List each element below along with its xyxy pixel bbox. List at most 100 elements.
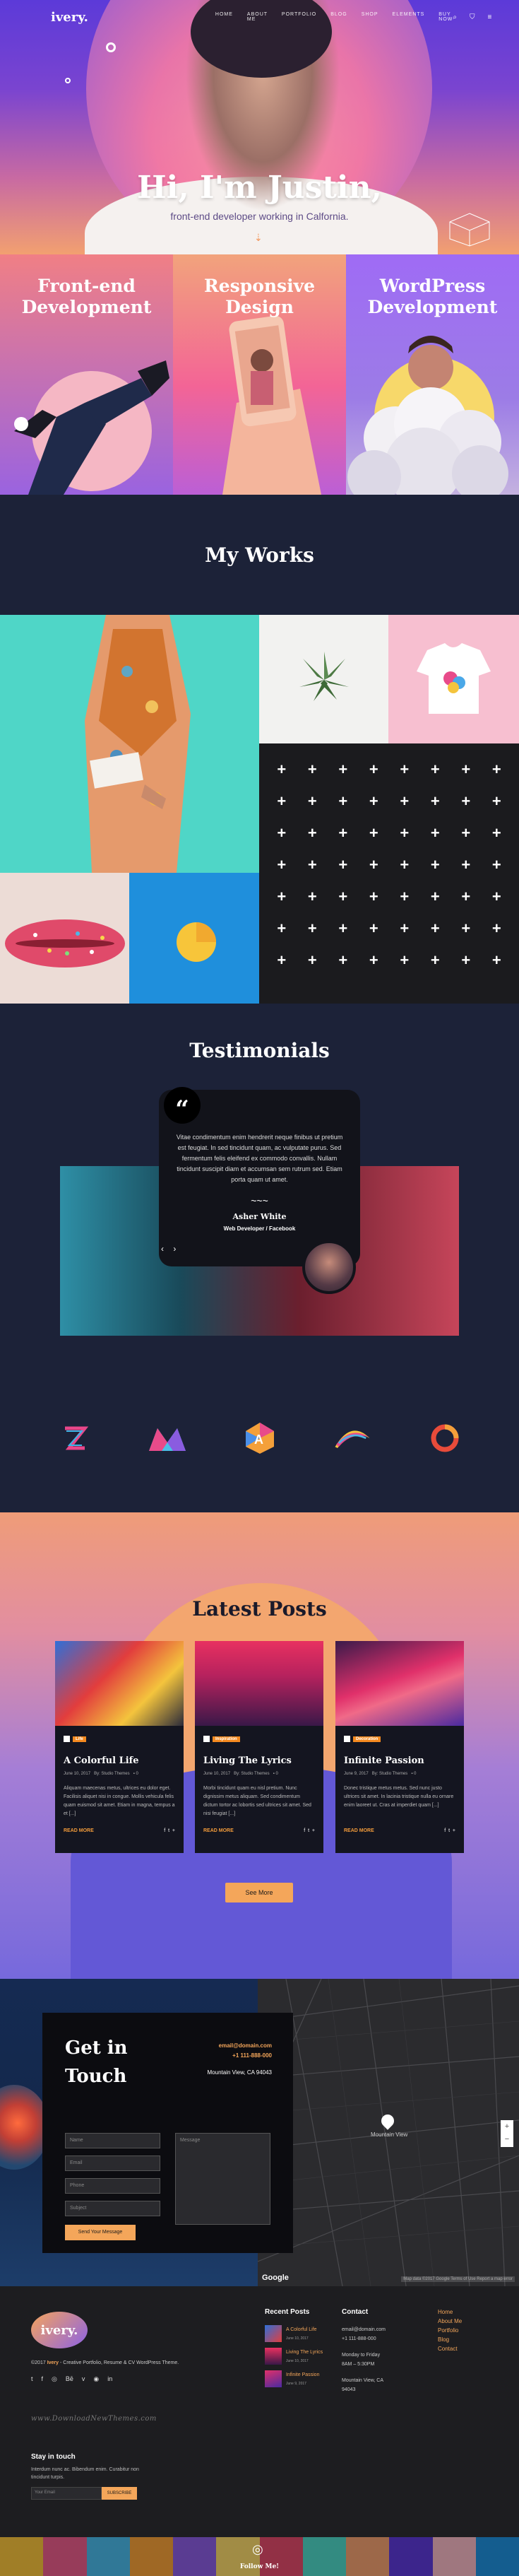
portfolio-item-lips[interactable] <box>0 873 129 1004</box>
vimeo-icon[interactable]: v <box>82 2375 85 2383</box>
service-wordpress[interactable]: WordPress Development <box>346 254 519 495</box>
footer-email[interactable]: email@domain.com <box>342 2325 386 2334</box>
nav-link-buy-now[interactable]: BUY NOW <box>439 12 453 22</box>
map-zoom-controls[interactable]: + − <box>501 2120 513 2147</box>
nav-link-elements[interactable]: ELEMENTS <box>393 12 425 22</box>
linkedin-icon[interactable]: in <box>107 2375 112 2383</box>
recent-post-thumbnail[interactable] <box>265 2325 282 2342</box>
comment-icon: ▪ <box>133 1772 135 1776</box>
next-arrow-icon[interactable]: › <box>173 1244 176 1254</box>
scroll-down-arrow-icon[interactable]: ⇣ <box>254 232 263 244</box>
services-section: Front-end Development Responsive Design … <box>0 254 519 495</box>
portfolio-item-pattern[interactable]: + + + + + + + + + + + + + + + + + + + + + + + + + + + + + + + + + + + +… <box>259 743 519 1004</box>
menu-icon[interactable]: ≡ <box>487 13 491 21</box>
post-title[interactable]: Living The Lyrics <box>203 1755 315 1766</box>
post-thumbnail[interactable] <box>55 1641 184 1726</box>
share-icons[interactable]: f t + <box>304 1828 315 1833</box>
dress-photo <box>85 615 191 873</box>
instagram-icon[interactable]: ◎ <box>52 2375 57 2383</box>
recent-post[interactable]: Infinite Passion June 9, 2017 <box>265 2370 323 2389</box>
service-responsive[interactable]: Responsive Design <box>173 254 346 495</box>
facebook-icon[interactable]: f <box>42 2375 44 2383</box>
z-brand-logo[interactable] <box>55 1418 95 1458</box>
a-brand-logo[interactable]: A <box>240 1418 280 1458</box>
footer-phone[interactable]: +1 111-888-000 <box>342 2334 386 2343</box>
post-comments: 0 <box>136 1772 138 1776</box>
post-excerpt: Morbi tincidunt quam eu nisl pretium. Nu… <box>203 1786 311 1816</box>
service-title-line: Development <box>21 297 152 317</box>
google-logo: Google <box>262 2274 289 2282</box>
newsletter-email-input[interactable]: Your Email <box>31 2487 102 2500</box>
nav-link-home[interactable]: HOME <box>215 12 233 22</box>
service-frontend[interactable]: Front-end Development <box>0 254 173 495</box>
site-logo[interactable]: ivery. <box>51 10 88 25</box>
portfolio-item-lemon[interactable] <box>129 873 259 1004</box>
post-category[interactable]: Decoration <box>344 1736 381 1742</box>
read-more-link[interactable]: READ MORE <box>203 1828 234 1833</box>
read-more-link[interactable]: READ MORE <box>344 1828 374 1833</box>
post-title[interactable]: Infinite Passion <box>344 1755 455 1766</box>
recent-post[interactable]: A Colorful Life June 10, 2017 <box>265 2325 323 2343</box>
email-field[interactable]: Email <box>65 2156 160 2171</box>
post-thumbnail[interactable] <box>195 1641 323 1726</box>
footer-link-portfolio[interactable]: Portfolio <box>438 2326 462 2335</box>
nav-link-portfolio[interactable]: PORTFOLIO <box>282 12 316 22</box>
nav-link-about[interactable]: ABOUT ME <box>247 12 268 22</box>
recent-post-title[interactable]: Living The Lyrics <box>286 2348 323 2357</box>
search-icon[interactable]: ⌕ <box>453 13 457 21</box>
instagram-label[interactable]: Follow Me! <box>0 2563 519 2570</box>
post-category[interactable]: Inspiration <box>203 1736 240 1742</box>
share-icons[interactable]: f t + <box>164 1828 175 1833</box>
post-thumbnail[interactable] <box>335 1641 464 1726</box>
share-icons[interactable]: f t + <box>444 1828 455 1833</box>
footer-link-home[interactable]: Home <box>438 2307 462 2317</box>
service-title-line: WordPress <box>379 276 486 296</box>
recent-post[interactable]: Living The Lyrics June 10, 2017 <box>265 2348 323 2366</box>
m-brand-logo[interactable] <box>148 1418 187 1458</box>
recent-post-thumbnail[interactable] <box>265 2348 282 2365</box>
post-author[interactable]: By: Studio Themes <box>94 1772 130 1776</box>
recent-post-date: June 9, 2017 <box>286 2382 306 2386</box>
subject-field[interactable]: Subject <box>65 2201 160 2216</box>
post-author[interactable]: By: Studio Themes <box>234 1772 270 1776</box>
recent-post-thumbnail[interactable] <box>265 2370 282 2387</box>
map-terms[interactable]: Map data ©2017 Google Terms of Use Repor… <box>401 2276 515 2282</box>
post-author[interactable]: By: Studio Themes <box>372 1772 408 1776</box>
contact-email[interactable]: email@domain.com <box>208 2041 272 2051</box>
portfolio-item-tshirt[interactable] <box>388 615 519 743</box>
prev-arrow-icon[interactable]: ‹ <box>161 1244 164 1254</box>
google-map[interactable]: Mountain View + − Google Map data ©2017 G… <box>257 1979 519 2286</box>
phone-field[interactable]: Phone <box>65 2178 160 2194</box>
dribbble-icon[interactable]: ◉ <box>93 2375 99 2383</box>
message-field[interactable]: Message <box>175 2133 270 2225</box>
nav-link-shop[interactable]: SHOP <box>362 12 378 22</box>
contact-phone[interactable]: +1 111-888-000 <box>208 2051 272 2061</box>
portfolio-item-succulent[interactable] <box>259 615 388 743</box>
footer-link-contact[interactable]: Contact <box>438 2344 462 2353</box>
recent-post-title[interactable]: A Colorful Life <box>286 2325 317 2334</box>
post-card[interactable]: Life A Colorful Life June 10, 2017 By: S… <box>55 1641 184 1853</box>
footer-link-blog[interactable]: Blog <box>438 2335 462 2344</box>
post-card[interactable]: Inspiration Living The Lyrics June 10, 2… <box>195 1641 323 1853</box>
copyright-brand[interactable]: Ivery <box>47 2360 59 2365</box>
nav-link-blog[interactable]: BLOG <box>330 12 347 22</box>
name-field[interactable]: Name <box>65 2133 160 2148</box>
portfolio-item-dress[interactable] <box>0 615 259 873</box>
decorative-ring-icon <box>106 42 116 52</box>
post-title[interactable]: A Colorful Life <box>64 1755 175 1766</box>
instagram-icon[interactable]: ◎ <box>252 2542 263 2557</box>
footer-link-about[interactable]: About Me <box>438 2317 462 2326</box>
twitter-icon[interactable]: t <box>31 2375 33 2383</box>
post-card[interactable]: Decoration Infinite Passion June 9, 2017… <box>335 1641 464 1853</box>
post-category[interactable]: Life <box>64 1736 86 1742</box>
wave-brand-logo[interactable] <box>333 1418 372 1458</box>
subscribe-button[interactable]: SUBSCRIBE <box>102 2487 137 2500</box>
behance-icon[interactable]: Bē <box>66 2375 73 2383</box>
cart-icon[interactable]: ⛉ <box>470 13 475 21</box>
footer-logo[interactable]: ivery. <box>31 2312 88 2348</box>
read-more-link[interactable]: READ MORE <box>64 1828 94 1833</box>
ring-brand-logo[interactable] <box>425 1418 465 1458</box>
recent-post-title[interactable]: Infinite Passion <box>286 2370 319 2380</box>
see-more-button[interactable]: See More <box>225 1883 293 1902</box>
send-message-button[interactable]: Send Your Message <box>65 2225 136 2240</box>
